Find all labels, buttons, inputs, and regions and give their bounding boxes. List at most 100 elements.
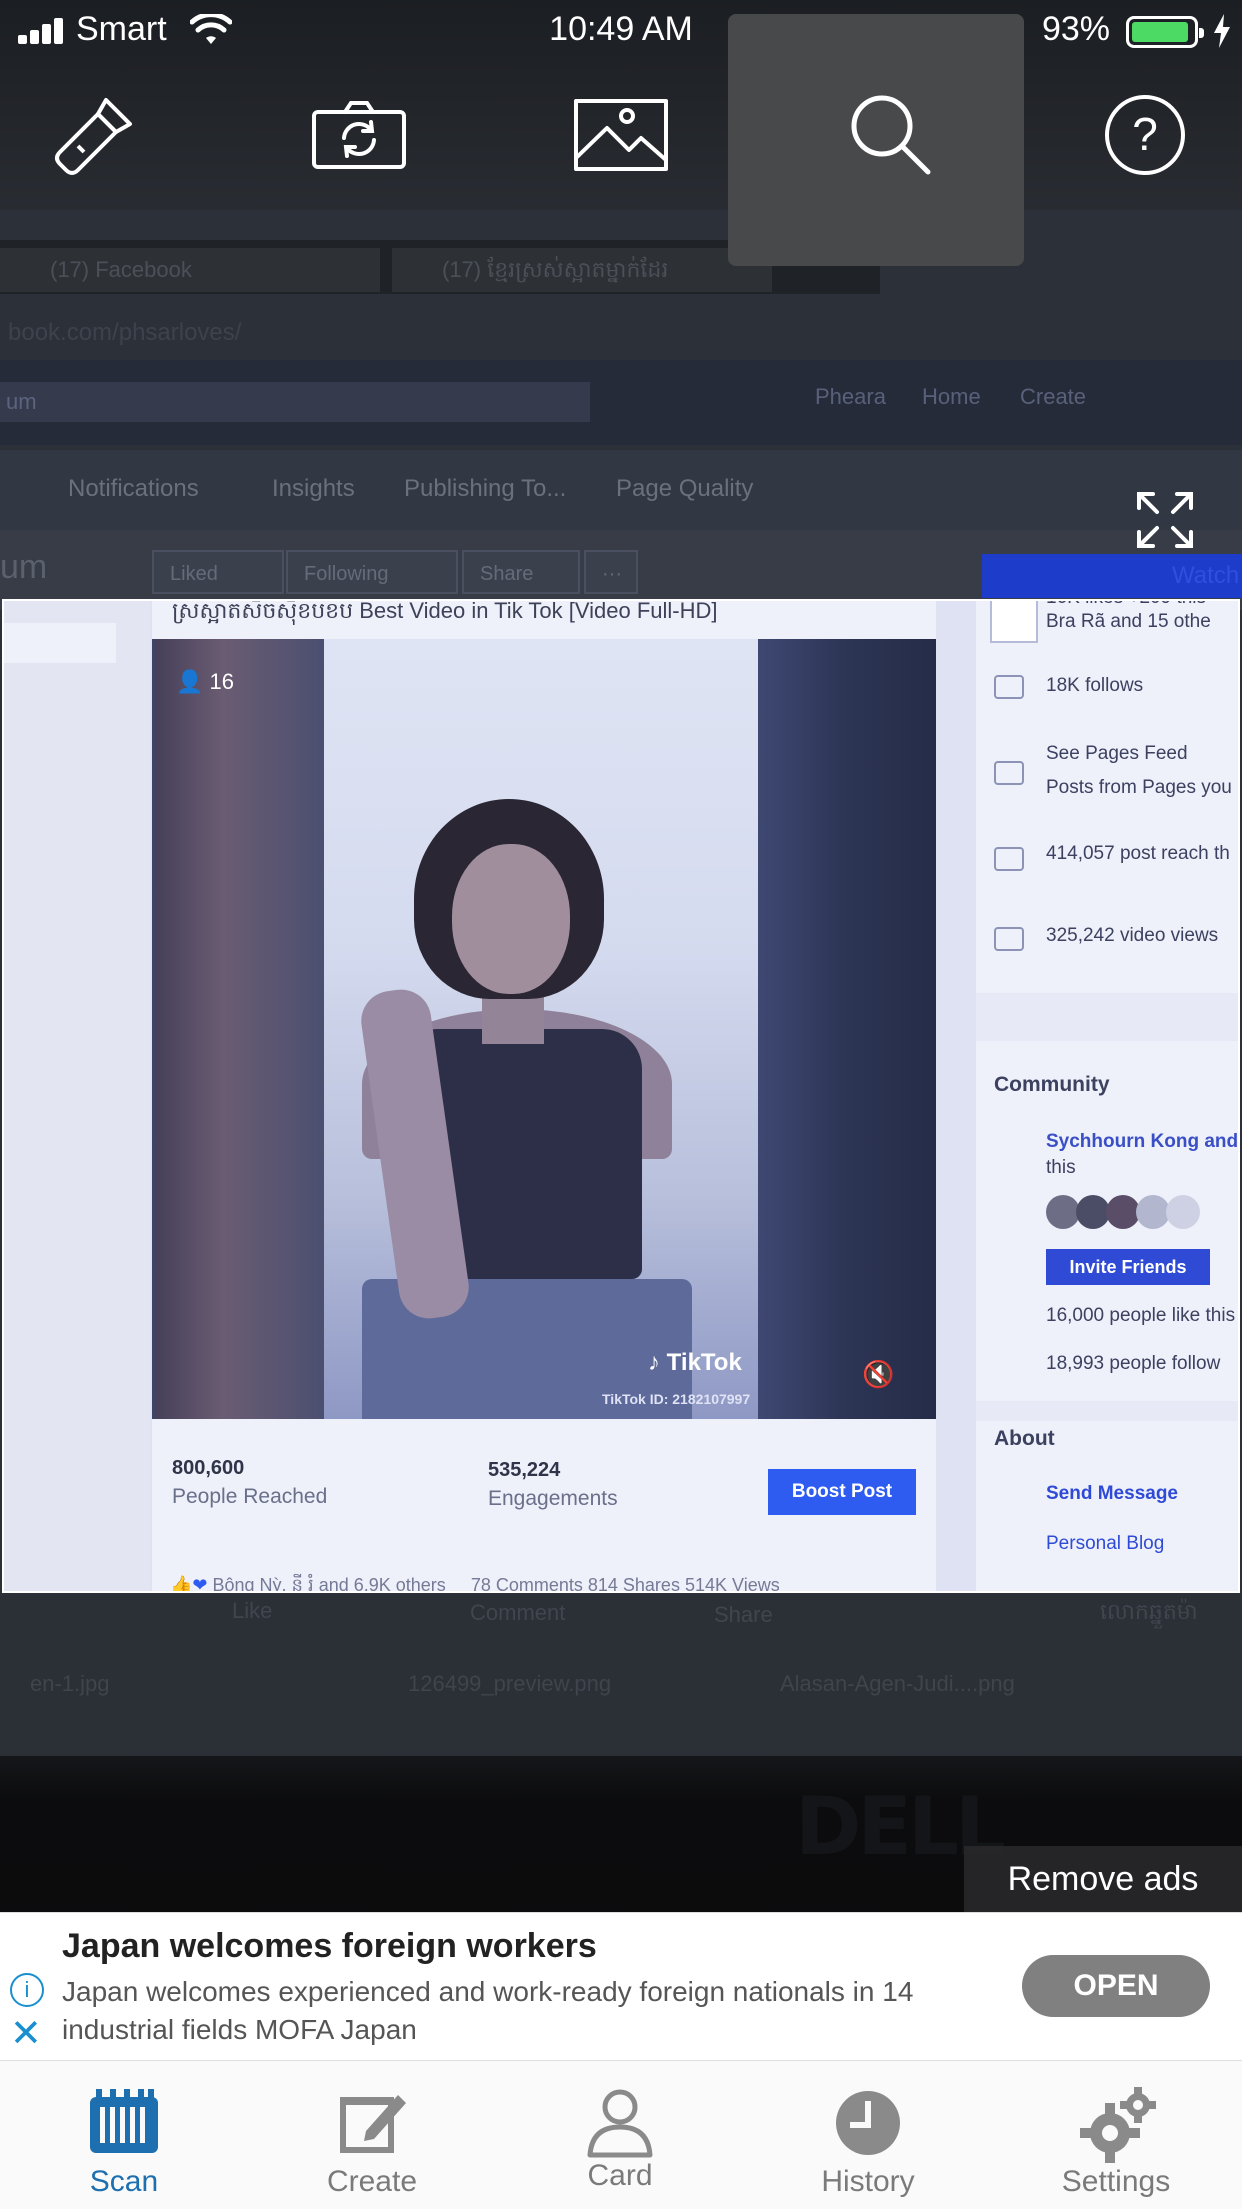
boost-post-button: Boost Post xyxy=(768,1469,916,1515)
following-button: Following xyxy=(286,550,458,594)
reach-icon xyxy=(994,847,1024,871)
engagements-label: Engagements xyxy=(488,1487,618,1510)
more-button-fb: ··· xyxy=(584,550,638,594)
sidebar-bottom-partial: លោកឆ្នួតម៉ា xyxy=(1100,1599,1198,1624)
tab-settings[interactable]: Settings xyxy=(992,2061,1240,2209)
tab-create[interactable]: Create xyxy=(248,2061,496,2209)
engagements-value: 535,224 xyxy=(488,1459,561,1481)
post-reach: 414,057 post reach th xyxy=(1046,843,1230,864)
tab-bar: Scan Create Card History Settings xyxy=(0,2060,1242,2209)
image-icon xyxy=(574,99,668,171)
browser-tab: (17) ខ្មែរស្រស់ស្អាតម្នាក់ដែរ xyxy=(392,248,772,292)
flip-camera-button[interactable] xyxy=(304,80,414,190)
see-pages-feed: See Pages Feed xyxy=(1046,743,1188,764)
facebook-search-box: um xyxy=(0,382,590,422)
viewer-count-value: 16 xyxy=(209,669,235,694)
share-action: Share xyxy=(714,1602,773,1627)
likes-sub: Bra Rã and 15 othe xyxy=(1046,611,1211,632)
fb-nav-create: Create xyxy=(1020,384,1087,409)
fb-nav-profile: Pheara xyxy=(815,384,886,409)
page-nav-quality: Page Quality xyxy=(616,475,754,502)
friend-avatars xyxy=(1046,1195,1226,1235)
comment-action: Comment xyxy=(470,1600,566,1625)
comments-count: 78 Comments xyxy=(470,1575,583,1593)
browser-tab: (17) Facebook xyxy=(0,248,380,292)
tab-card[interactable]: Card xyxy=(496,2061,744,2209)
mute-icon: 🔇 xyxy=(862,1359,895,1389)
fb-nav-home: Home xyxy=(922,384,981,409)
ad-body[interactable]: Japan welcomes experienced and work-read… xyxy=(62,1973,1002,2049)
expand-icon[interactable] xyxy=(1135,490,1195,550)
person-card-icon xyxy=(587,2089,653,2158)
avatar xyxy=(1136,1195,1170,1229)
page-nav-notifications: Notifications xyxy=(68,475,199,502)
tab-scan-label: Scan xyxy=(89,2165,159,2198)
share-button-fb: Share xyxy=(462,550,580,594)
battery-percent: 93% xyxy=(1041,10,1110,48)
about-heading: About xyxy=(994,1427,1055,1450)
follows-count: 18K follows xyxy=(1046,675,1144,696)
ad-open-button[interactable]: OPEN xyxy=(1022,1955,1210,2017)
tiktok-label: TikTok xyxy=(666,1349,742,1376)
status-bar: Smart 10:49 AM 93% xyxy=(0,0,1242,62)
likes-line: 16K likes +209 this xyxy=(1046,601,1206,609)
community-heading: Community xyxy=(994,1073,1110,1096)
reactions-text: Bông Nỳ, នី រំ and 6.9K others xyxy=(212,1575,446,1593)
reactions-row: 👍❤ Bông Nỳ, នី រំ and 6.9K others 78 Com… xyxy=(170,1573,780,1593)
like-action: Like xyxy=(232,1598,273,1623)
viewer-count: 👤 16 xyxy=(176,669,234,695)
watch-video-button: Watch Vid xyxy=(982,554,1242,598)
tab-card-label: Card xyxy=(587,2159,653,2192)
svg-text:?: ? xyxy=(1132,108,1158,160)
person-face xyxy=(452,844,570,994)
video-views-icon xyxy=(994,927,1024,951)
scan-region: ស្រស្អាតសិចស៊ីខបខប Best Video in Tik Tok… xyxy=(2,599,1240,1593)
flashlight-icon xyxy=(55,98,132,175)
gallery-button[interactable] xyxy=(566,80,676,190)
liked-button: Liked xyxy=(152,550,284,594)
page-nav: Notifications Insights Publishing To... … xyxy=(0,450,1242,530)
avatar xyxy=(1106,1195,1140,1229)
video-views: 325,242 video views xyxy=(1046,925,1219,946)
tab-create-label: Create xyxy=(326,2165,418,2198)
download-item: Alasan-Agen-Judi....png xyxy=(780,1671,1015,1696)
video-left-blur xyxy=(156,639,324,1419)
see-pages-sub: Posts from Pages you xyxy=(1046,777,1232,798)
avatar xyxy=(1046,1195,1080,1229)
page-name-partial: um xyxy=(0,548,48,586)
flashlight-button[interactable] xyxy=(40,80,150,190)
ad-title[interactable]: Japan welcomes foreign workers xyxy=(62,1927,597,1966)
clock-history-icon xyxy=(836,2091,900,2155)
remove-ads-button[interactable]: Remove ads xyxy=(964,1846,1242,1912)
tiktok-id: TikTok ID: 2182107997 xyxy=(602,1391,751,1407)
feed-icon xyxy=(994,761,1024,785)
community-friend: Sychhourn Kong and xyxy=(1046,1131,1239,1152)
follows-icon xyxy=(994,675,1024,699)
search-button[interactable] xyxy=(836,80,946,190)
people-like: 16,000 people like this xyxy=(1046,1305,1236,1326)
shares-count: 814 Shares xyxy=(587,1575,680,1593)
help-button[interactable]: ? xyxy=(1090,80,1200,190)
views-count: 514K Views xyxy=(684,1575,780,1593)
page-thumbnail xyxy=(990,601,1038,643)
people-reached-value: 800,600 xyxy=(172,1457,245,1479)
ad-info-icon[interactable]: i xyxy=(10,1973,44,2007)
ad-banner[interactable]: i ✕ Japan welcomes foreign workers Japan… xyxy=(0,1912,1242,2061)
facebook-top-bar: um Pheara Home Create xyxy=(0,360,1242,445)
left-column-box xyxy=(4,623,116,663)
left-column xyxy=(4,601,150,1591)
camera-switch-icon xyxy=(312,101,406,169)
photographed-screen-bottom: Like Comment Share លោកឆ្នួតម៉ា en-1.jpg … xyxy=(0,1596,1242,1756)
page-sidebar: 16K likes +209 this Bra Rã and 15 othe 1… xyxy=(976,601,1239,1591)
tab-scan[interactable]: Scan xyxy=(0,2061,248,2209)
tab-history[interactable]: History xyxy=(744,2061,992,2209)
gear-icon xyxy=(1080,2087,1156,2163)
ad-close-icon[interactable]: ✕ xyxy=(10,2015,42,2053)
people-reached-label: People Reached xyxy=(172,1485,328,1508)
battery-fill xyxy=(1132,22,1188,42)
reaction-icons: 👍❤ xyxy=(170,1575,208,1593)
personal-blog-link: Personal Blog xyxy=(1046,1533,1165,1554)
post-title: ស្រស្អាតសិចស៊ីខបខប Best Video in Tik Tok… xyxy=(172,599,718,623)
tiktok-note-icon: ♪ xyxy=(648,1349,660,1376)
barcode-scan-icon xyxy=(90,2089,158,2153)
